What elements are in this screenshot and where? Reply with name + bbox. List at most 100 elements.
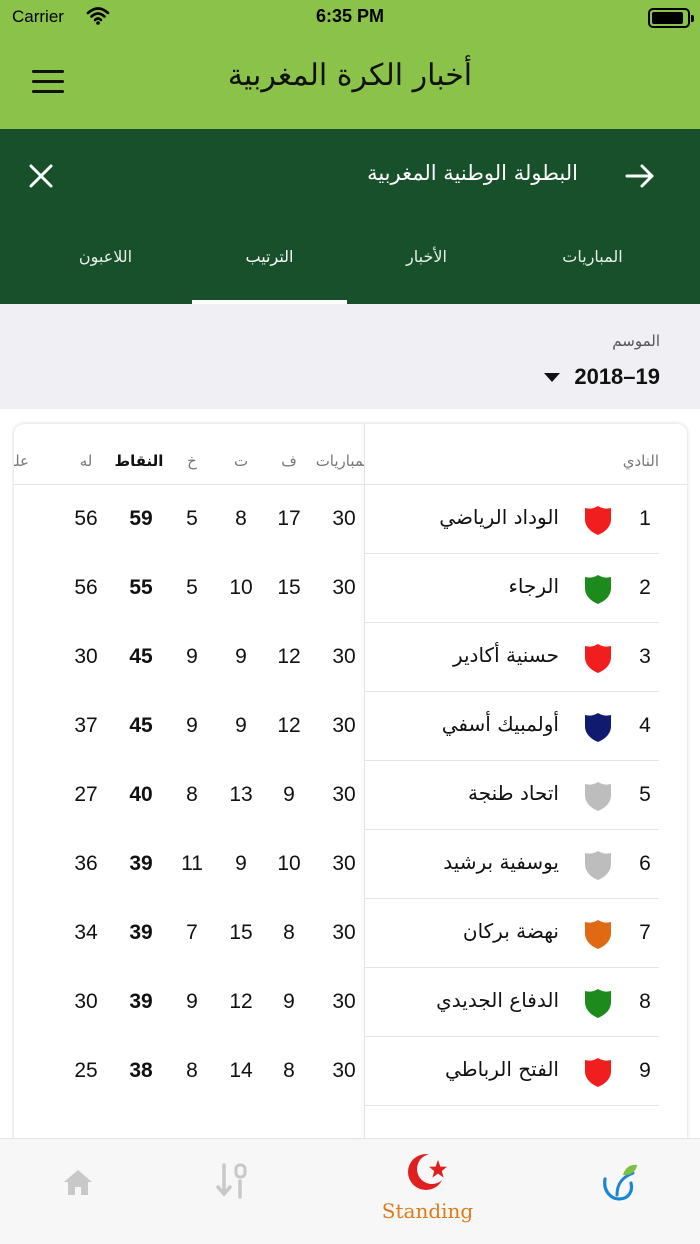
table-row[interactable]: 5 اتحاد طنجة bbox=[365, 761, 687, 830]
cell-goals-against: 32 bbox=[14, 990, 27, 1014]
cell-won: 9 bbox=[283, 783, 295, 806]
cell-drawn: 9 bbox=[235, 645, 247, 668]
table-row[interactable]: 30 27 40 8 13 9 30 bbox=[14, 761, 364, 830]
table-row[interactable]: 38 37 45 9 9 12 30 bbox=[14, 692, 364, 761]
app-title: أخبار الكرة المغربية bbox=[227, 58, 473, 93]
cell-goals-for: 56 bbox=[74, 576, 98, 599]
cell-goals-for: 37 bbox=[74, 714, 98, 737]
cell-points: 38 bbox=[129, 1059, 153, 1082]
close-icon[interactable] bbox=[26, 161, 56, 191]
cell-lost: 5 bbox=[186, 507, 198, 530]
cell-won: 12 bbox=[277, 645, 301, 668]
cell-drawn: 14 bbox=[229, 1059, 253, 1082]
club-crest-icon bbox=[585, 1058, 611, 1087]
table-row[interactable]: 4 أولمبيك أسفي bbox=[365, 692, 687, 761]
club-crest-icon bbox=[585, 989, 611, 1018]
cell-points: 45 bbox=[129, 645, 153, 668]
cell-won: 8 bbox=[283, 921, 295, 944]
cell-drawn: 9 bbox=[235, 852, 247, 875]
cell-points: 39 bbox=[129, 921, 153, 944]
cell-points: 40 bbox=[129, 783, 153, 806]
club-crest-icon bbox=[585, 782, 611, 811]
cell-lost: 11 bbox=[181, 852, 203, 875]
row-divider bbox=[365, 1105, 659, 1106]
cell-goals-against: 38 bbox=[14, 714, 27, 738]
table-row[interactable]: 9 الفتح الرباطي bbox=[365, 1037, 687, 1106]
cell-played: 30 bbox=[332, 1059, 356, 1082]
season-value: 2018–19 bbox=[574, 364, 660, 389]
season-dropdown[interactable]: 2018–19 bbox=[544, 362, 660, 392]
cell-goals-against: 37 bbox=[14, 852, 27, 876]
cell-lost: 9 bbox=[186, 714, 198, 737]
tab-home[interactable] bbox=[0, 1139, 175, 1244]
cell-goals-for: 27 bbox=[74, 783, 98, 806]
cell-goals-against: 25 bbox=[14, 1059, 27, 1083]
table-row[interactable]: 2 الرجاء bbox=[365, 554, 687, 623]
caret-down-icon bbox=[544, 372, 561, 382]
table-row[interactable]: 7 نهضة بركان bbox=[365, 899, 687, 968]
cell-played: 30 bbox=[332, 714, 356, 737]
tab-standing[interactable]: Standing bbox=[340, 1139, 515, 1244]
cell-drawn: 15 bbox=[229, 921, 253, 944]
header-played: المباريات bbox=[315, 452, 364, 470]
table-row[interactable]: 32 30 39 9 12 9 30 bbox=[14, 968, 364, 1037]
battery-level bbox=[652, 12, 683, 24]
tab-news[interactable]: الأخبار bbox=[349, 247, 504, 304]
table-row[interactable]: 6 يوسفية برشيد bbox=[365, 830, 687, 899]
cell-goals-against: 30 bbox=[14, 507, 27, 531]
table-row[interactable]: 34 34 39 7 15 8 30 bbox=[14, 899, 364, 968]
home-icon bbox=[64, 1170, 92, 1195]
league-header: البطولة الوطنية المغربية المباريات الأخب… bbox=[0, 129, 700, 304]
tab-sprout[interactable] bbox=[525, 1139, 700, 1244]
standings-table: عليه له النقاط خ ت ف المباريات 305659581… bbox=[14, 424, 687, 1144]
cell-played: 30 bbox=[332, 921, 356, 944]
crescent-star-icon bbox=[408, 1154, 447, 1190]
tab-standing-label: Standing bbox=[381, 1199, 474, 1223]
cell-lost: 8 bbox=[186, 1059, 198, 1082]
rank: 4 bbox=[639, 714, 651, 737]
tab-sort[interactable] bbox=[175, 1139, 350, 1244]
tab-matches[interactable]: المباريات bbox=[515, 247, 670, 304]
stats-scroll-area[interactable]: عليه له النقاط خ ت ف المباريات 305659581… bbox=[14, 424, 364, 1144]
rank: 6 bbox=[639, 852, 651, 875]
hamburger-menu-icon[interactable] bbox=[32, 70, 64, 94]
table-row[interactable]: 8 الدفاع الجديدي bbox=[365, 968, 687, 1037]
cell-goals-against: 34 bbox=[14, 921, 27, 945]
tab-standings[interactable]: الترتيب bbox=[192, 247, 347, 304]
rank: 7 bbox=[639, 921, 651, 944]
arrow-right-icon[interactable] bbox=[624, 161, 656, 191]
cell-points: 55 bbox=[129, 576, 153, 599]
cell-points: 39 bbox=[129, 990, 153, 1013]
club-crest-icon bbox=[585, 575, 611, 604]
cell-goals-against: 36 bbox=[14, 576, 27, 600]
club-name: نهضة بركان bbox=[462, 919, 559, 943]
app-bar: أخبار الكرة المغربية bbox=[0, 36, 700, 129]
cell-won: 8 bbox=[283, 1059, 295, 1082]
club-crest-icon bbox=[585, 713, 611, 742]
tab-players[interactable]: اللاعبون bbox=[28, 247, 183, 304]
rank: 2 bbox=[639, 576, 651, 599]
club-name: حسنية أكادير bbox=[452, 643, 559, 667]
table-row[interactable]: 1 الوداد الرياضي bbox=[365, 485, 687, 554]
rank: 9 bbox=[639, 1059, 651, 1082]
cell-drawn: 9 bbox=[235, 714, 247, 737]
sort-icon bbox=[216, 1163, 247, 1199]
club-crest-icon bbox=[585, 506, 611, 535]
club-column: النادي 1 الوداد الرياضي 2 الرجاء 3 حسنية أكاد… bbox=[365, 424, 687, 1144]
table-row[interactable]: 3656555101530 bbox=[14, 554, 364, 623]
cell-lost: 9 bbox=[186, 990, 198, 1013]
cell-goals-against: 30 bbox=[14, 783, 27, 807]
table-row[interactable]: 3 حسنية أكادير bbox=[365, 623, 687, 692]
header-lost: خ bbox=[187, 452, 197, 470]
club-name: الدفاع الجديدي bbox=[436, 988, 559, 1012]
cell-won: 10 bbox=[277, 852, 301, 875]
club-crest-icon bbox=[585, 644, 611, 673]
rank: 8 bbox=[639, 990, 651, 1013]
cell-won: 9 bbox=[283, 990, 295, 1013]
club-name: يوسفية برشيد bbox=[443, 850, 559, 874]
table-row[interactable]: 37 36 39 11 9 10 30 bbox=[14, 830, 364, 899]
table-row[interactable]: 22 30 45 9 9 12 30 bbox=[14, 623, 364, 692]
table-row[interactable]: 25 25 38 8 14 8 30 bbox=[14, 1037, 364, 1106]
table-row[interactable]: 30 56 59 5 8 17 30 bbox=[14, 485, 364, 554]
cell-lost: 9 bbox=[186, 645, 198, 668]
